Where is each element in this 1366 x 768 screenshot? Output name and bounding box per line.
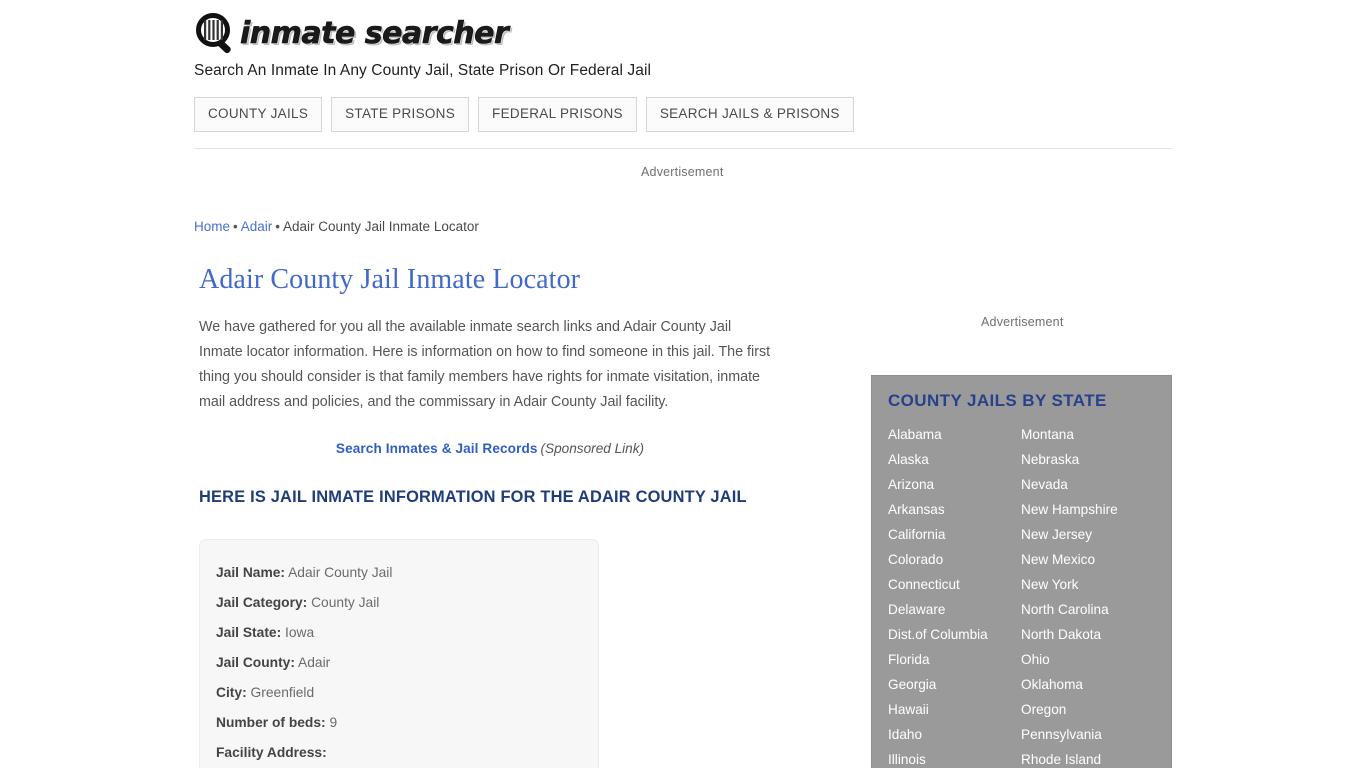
info-value: Greenfield xyxy=(250,685,315,701)
state-link-new-hampshire[interactable]: New Hampshire xyxy=(1021,497,1171,522)
state-link-hawaii[interactable]: Hawaii xyxy=(888,697,1021,722)
state-link-new-york[interactable]: New York xyxy=(1021,572,1171,597)
info-value: Adair County Jail xyxy=(288,565,393,581)
logo-block[interactable]: inmate searcher xyxy=(194,12,1172,56)
magnifier-bars-icon xyxy=(194,12,238,56)
state-link-alaska[interactable]: Alaska xyxy=(888,447,1021,472)
state-links-grid: Alabama Montana Alaska Nebraska Arizona … xyxy=(872,422,1171,768)
sponsored-search-link[interactable]: Search Inmates & Jail Records xyxy=(336,441,538,456)
info-row: Facility Address: xyxy=(216,738,582,768)
state-link-north-carolina[interactable]: North Carolina xyxy=(1021,597,1171,622)
state-link-new-jersey[interactable]: New Jersey xyxy=(1021,522,1171,547)
breadcrumb-link-home[interactable]: Home xyxy=(194,219,230,234)
state-link-dist-of-columbia[interactable]: Dist.of Columbia xyxy=(888,622,1021,647)
info-label: City: xyxy=(216,685,247,701)
info-row: Jail Name: Adair County Jail xyxy=(216,558,582,588)
info-row: Jail Category: County Jail xyxy=(216,588,582,618)
state-link-delaware[interactable]: Delaware xyxy=(888,597,1021,622)
state-link-north-dakota[interactable]: North Dakota xyxy=(1021,622,1171,647)
state-link-illinois[interactable]: Illinois xyxy=(888,747,1021,768)
state-link-idaho[interactable]: Idaho xyxy=(888,722,1021,747)
state-link-oklahoma[interactable]: Oklahoma xyxy=(1021,672,1171,697)
info-label: Facility Address: xyxy=(216,745,327,761)
state-link-nebraska[interactable]: Nebraska xyxy=(1021,447,1171,472)
state-link-colorado[interactable]: Colorado xyxy=(888,547,1021,572)
sponsored-note: (Sponsored Link) xyxy=(540,441,645,457)
sidebar-title: COUNTY JAILS BY STATE xyxy=(888,391,1107,410)
section-heading: HERE IS JAIL INMATE INFORMATION FOR THE … xyxy=(199,488,747,507)
info-row: Jail State: Iowa xyxy=(216,618,582,648)
info-value: County Jail xyxy=(311,595,380,611)
info-label: Jail Name: xyxy=(216,565,286,581)
info-row: Number of beds: 9 xyxy=(216,708,582,738)
nav-item-state-prisons[interactable]: STATE PRISONS xyxy=(331,97,470,132)
site-header: inmate searcher Search An Inmate In Any … xyxy=(194,12,1172,80)
nav-item-federal-prisons[interactable]: FEDERAL PRISONS xyxy=(478,97,637,132)
info-row: Jail County: Adair xyxy=(216,648,582,678)
breadcrumb-link-adair[interactable]: Adair xyxy=(241,219,273,234)
sidebar-advertisement-label: Advertisement xyxy=(981,315,1064,329)
breadcrumb-current: Adair County Jail Inmate Locator xyxy=(283,219,479,234)
state-link-nevada[interactable]: Nevada xyxy=(1021,472,1171,497)
state-link-pennsylvania[interactable]: Pennsylvania xyxy=(1021,722,1171,747)
state-link-ohio[interactable]: Ohio xyxy=(1021,647,1171,672)
info-label: Jail County: xyxy=(216,655,295,671)
info-label: Jail Category: xyxy=(216,595,308,611)
info-value: Iowa xyxy=(285,625,315,641)
breadcrumb-separator: • xyxy=(233,219,238,234)
page-root: inmate searcher Search An Inmate In Any … xyxy=(0,0,1366,768)
top-advertisement-label: Advertisement xyxy=(641,165,724,179)
nav-item-county-jails[interactable]: COUNTY JAILS xyxy=(194,97,323,132)
state-link-alabama[interactable]: Alabama xyxy=(888,422,1021,447)
state-link-oregon[interactable]: Oregon xyxy=(1021,697,1171,722)
info-label: Number of beds: xyxy=(216,715,326,731)
info-value: Adair xyxy=(298,655,331,671)
main-nav: COUNTY JAILS STATE PRISONS FEDERAL PRISO… xyxy=(194,97,854,132)
state-link-connecticut[interactable]: Connecticut xyxy=(888,572,1021,597)
sidebar-county-jails-by-state: COUNTY JAILS BY STATE Alabama Montana Al… xyxy=(871,375,1172,768)
info-label: Jail State: xyxy=(216,625,282,641)
breadcrumb-separator: • xyxy=(275,219,280,234)
main-content: Adair County Jail Inmate Locator We have… xyxy=(199,262,799,768)
state-link-montana[interactable]: Montana xyxy=(1021,422,1171,447)
breadcrumb: Home • Adair • Adair County Jail Inmate Loca… xyxy=(194,219,479,234)
sponsored-link-row: Search Inmates & Jail Records (Sponsored … xyxy=(199,441,781,456)
intro-paragraph: We have gathered for you all the availab… xyxy=(199,319,771,411)
header-divider xyxy=(194,148,1172,149)
jail-info-box: Jail Name: Adair County Jail Jail Catego… xyxy=(199,539,599,768)
state-link-georgia[interactable]: Georgia xyxy=(888,672,1021,697)
site-tagline: Search An Inmate In Any County Jail, Sta… xyxy=(194,62,652,79)
state-link-rhode-island[interactable]: Rhode Island xyxy=(1021,747,1171,768)
logo-wordmark: inmate searcher xyxy=(240,16,509,51)
state-link-arkansas[interactable]: Arkansas xyxy=(888,497,1021,522)
page-title: Adair County Jail Inmate Locator xyxy=(199,264,581,295)
nav-item-search-jails-prisons[interactable]: SEARCH JAILS & PRISONS xyxy=(645,97,854,132)
state-link-california[interactable]: California xyxy=(888,522,1021,547)
state-link-arizona[interactable]: Arizona xyxy=(888,472,1021,497)
info-row: City: Greenfield xyxy=(216,678,582,708)
state-link-new-mexico[interactable]: New Mexico xyxy=(1021,547,1171,572)
info-value: 9 xyxy=(329,715,338,731)
state-link-florida[interactable]: Florida xyxy=(888,647,1021,672)
